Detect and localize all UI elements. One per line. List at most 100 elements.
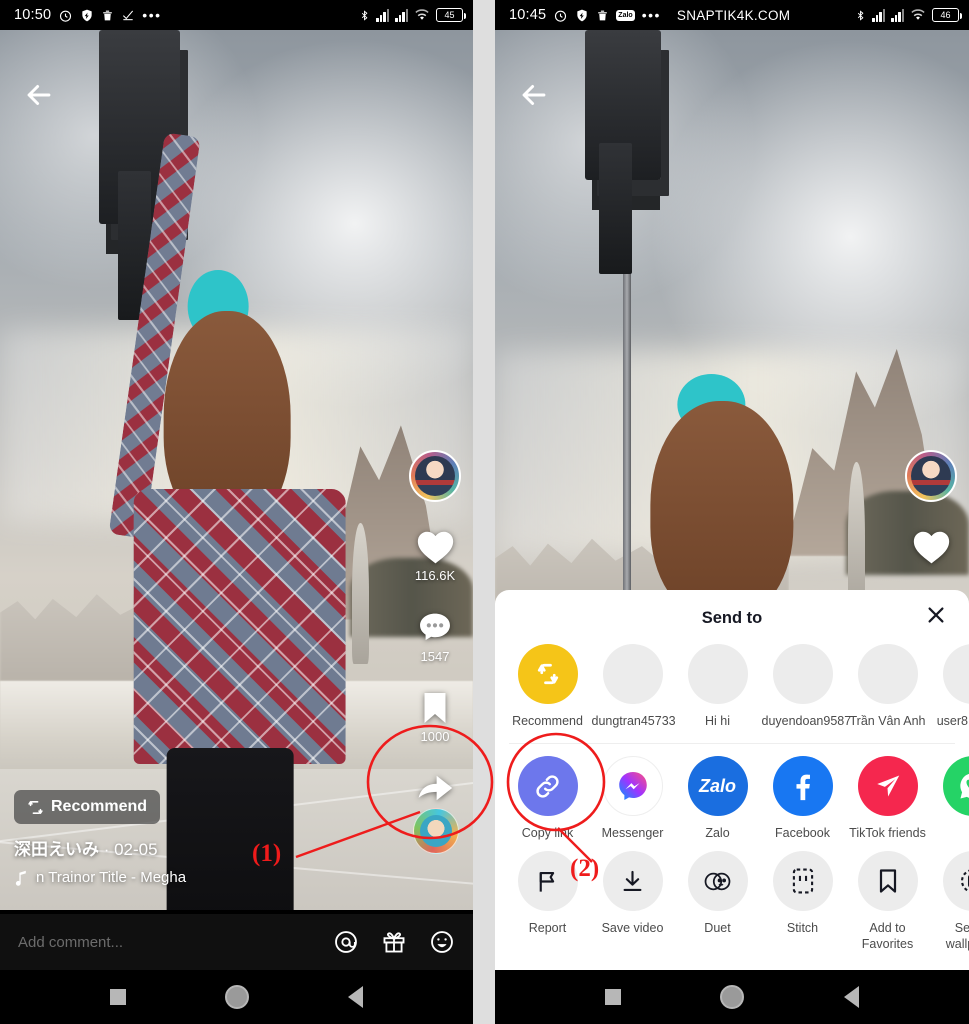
back-triangle-icon[interactable] bbox=[844, 986, 860, 1008]
action-label: Report bbox=[528, 921, 567, 935]
battery-indicator: 46 bbox=[932, 8, 962, 22]
music-note-icon bbox=[15, 870, 26, 886]
screenshot-stage: 10:50 ••• 45 116.6K 1547 1000 Recommend … bbox=[0, 0, 969, 1024]
recommend-pill-label: Recommend bbox=[51, 798, 148, 815]
left-phone-panel: 10:50 ••• 45 116.6K 1547 1000 Recommend … bbox=[0, 0, 473, 1024]
share-people-row[interactable]: Recommend dungtran45733 Hi hi duyendoan9… bbox=[495, 642, 969, 737]
action-duet[interactable]: Duet bbox=[675, 851, 760, 952]
recommend-pill[interactable]: Recommend bbox=[14, 790, 161, 824]
close-icon[interactable] bbox=[925, 604, 947, 626]
status-time: 10:45 bbox=[509, 7, 547, 23]
action-report[interactable]: Report bbox=[505, 851, 590, 952]
scene-camera-rig-2 bbox=[599, 142, 633, 275]
action-add-to-favorites[interactable]: Add to Favorites bbox=[845, 851, 930, 952]
stitch-bubble bbox=[772, 851, 833, 911]
home-circle-icon[interactable] bbox=[224, 985, 249, 1009]
share-target-user-4[interactable]: Trần Vân Anh bbox=[845, 644, 930, 729]
copy-link-bubble bbox=[517, 756, 578, 816]
signal-icon-1 bbox=[376, 8, 389, 22]
wifi-icon bbox=[415, 9, 429, 20]
repost-icon bbox=[537, 663, 558, 685]
emoji-icon[interactable] bbox=[429, 929, 455, 955]
action-set-as-wallpaper[interactable]: Set as wallpaper bbox=[930, 851, 969, 952]
right-action-rail bbox=[905, 450, 957, 565]
like-button[interactable]: 116.6K bbox=[415, 528, 456, 583]
share-apps-row[interactable]: Copy link Messenger Zalo Zalo Facebook T… bbox=[495, 754, 969, 849]
post-date: · 02-05 bbox=[99, 840, 158, 859]
bookmark-count: 1000 bbox=[420, 729, 450, 744]
left-video-player[interactable]: 116.6K 1547 1000 1284 bbox=[0, 30, 473, 910]
author-name: 深田えいみ bbox=[14, 840, 99, 859]
facebook-bubble bbox=[772, 756, 833, 816]
zalo-icon: Zalo bbox=[698, 775, 736, 796]
share-target-user-5[interactable]: user8…2200 bbox=[930, 644, 969, 729]
left-comment-bar: Add comment... bbox=[0, 914, 473, 970]
share-app-messenger[interactable]: Messenger bbox=[590, 756, 675, 841]
share-target-label: Hi hi bbox=[704, 714, 730, 728]
right-android-nav-bar bbox=[495, 970, 969, 1024]
report-bubble bbox=[517, 851, 578, 911]
music-title: n Trainor Title - Megha bbox=[36, 869, 187, 886]
recents-square-icon[interactable] bbox=[109, 989, 126, 1005]
mention-icon[interactable] bbox=[333, 929, 359, 955]
trash-icon bbox=[103, 10, 113, 20]
avatar[interactable] bbox=[905, 450, 957, 502]
avatar[interactable] bbox=[409, 450, 461, 502]
share-target-label: user8…2200 bbox=[936, 714, 969, 728]
signal-icon-2 bbox=[395, 8, 408, 22]
share-target-recommend[interactable]: Recommend bbox=[505, 644, 590, 729]
trash-icon bbox=[598, 10, 608, 20]
author-line[interactable]: 深田えいみ · 02-05 bbox=[14, 835, 186, 860]
share-app-facebook[interactable]: Facebook bbox=[760, 756, 845, 841]
battery-indicator: 45 bbox=[436, 8, 466, 22]
back-arrow-icon[interactable] bbox=[517, 78, 551, 112]
sheet-bottom-pad bbox=[495, 960, 969, 970]
action-label: Stitch bbox=[786, 921, 819, 935]
action-save-video[interactable]: Save video bbox=[590, 851, 675, 952]
share-app-zalo[interactable]: Zalo Zalo bbox=[675, 756, 760, 841]
share-app-label: Zalo bbox=[705, 826, 730, 840]
right-phone-panel: 10:45 Zalo ••• SNAPTIK4K.COM 46 Send to … bbox=[495, 0, 969, 1024]
back-arrow-icon[interactable] bbox=[22, 78, 56, 112]
home-circle-icon[interactable] bbox=[720, 985, 745, 1009]
heart-icon bbox=[417, 531, 453, 564]
share-app-tiktok-friends[interactable]: TikTok friends bbox=[845, 756, 930, 841]
gift-icon[interactable] bbox=[381, 929, 407, 955]
right-status-bar: 10:45 Zalo ••• SNAPTIK4K.COM 46 bbox=[495, 0, 969, 30]
avatar-placeholder bbox=[687, 644, 748, 704]
scene-sweater bbox=[133, 489, 346, 765]
favorites-bubble bbox=[857, 851, 918, 911]
more-dots-icon: ••• bbox=[641, 7, 661, 23]
left-android-nav-bar bbox=[0, 970, 473, 1024]
save-video-bubble bbox=[602, 851, 663, 911]
left-action-rail: 116.6K 1547 1000 1284 bbox=[409, 450, 461, 824]
comment-input[interactable]: Add comment... bbox=[18, 934, 333, 951]
alarm-icon bbox=[60, 10, 72, 22]
share-app-copy-link[interactable]: Copy link bbox=[505, 756, 590, 841]
avatar-placeholder bbox=[942, 644, 969, 704]
share-sheet-title: Send to bbox=[701, 609, 763, 627]
send-plane-icon bbox=[876, 775, 899, 797]
bookmark-button[interactable]: 1000 bbox=[419, 690, 451, 744]
share-target-user-2[interactable]: Hi hi bbox=[675, 644, 760, 729]
action-stitch[interactable]: Stitch bbox=[760, 851, 845, 952]
stitch-icon bbox=[792, 868, 813, 894]
share-actions-row[interactable]: Report Save video Duet Stitch Add to Fav… bbox=[495, 849, 969, 960]
whatsapp-bubble bbox=[942, 756, 969, 816]
comment-button[interactable]: 1547 bbox=[416, 609, 454, 664]
music-line[interactable]: n Trainor Title - Megha bbox=[14, 869, 186, 886]
share-app-whatsapp[interactable]: S bbox=[930, 756, 969, 841]
share-target-label: Trần Vân Anh bbox=[849, 714, 926, 728]
like-button[interactable] bbox=[911, 528, 952, 565]
recents-square-icon[interactable] bbox=[604, 989, 621, 1005]
scene-hair bbox=[650, 401, 794, 619]
left-caption-block: Recommend 深田えいみ · 02-05 n Trainor Title … bbox=[14, 790, 186, 886]
music-disc-avatar[interactable] bbox=[413, 808, 459, 854]
bookmark-icon bbox=[879, 869, 896, 893]
back-triangle-icon[interactable] bbox=[348, 986, 364, 1008]
share-target-user-3[interactable]: duyendoan9587 bbox=[760, 644, 851, 729]
share-target-user-1[interactable]: dungtran45733 bbox=[590, 644, 676, 729]
action-label: Add to Favorites bbox=[861, 921, 914, 951]
share-sheet: Send to Recommend dungtran45733 Hi hi du… bbox=[495, 590, 969, 970]
action-label: Save video bbox=[601, 921, 664, 935]
